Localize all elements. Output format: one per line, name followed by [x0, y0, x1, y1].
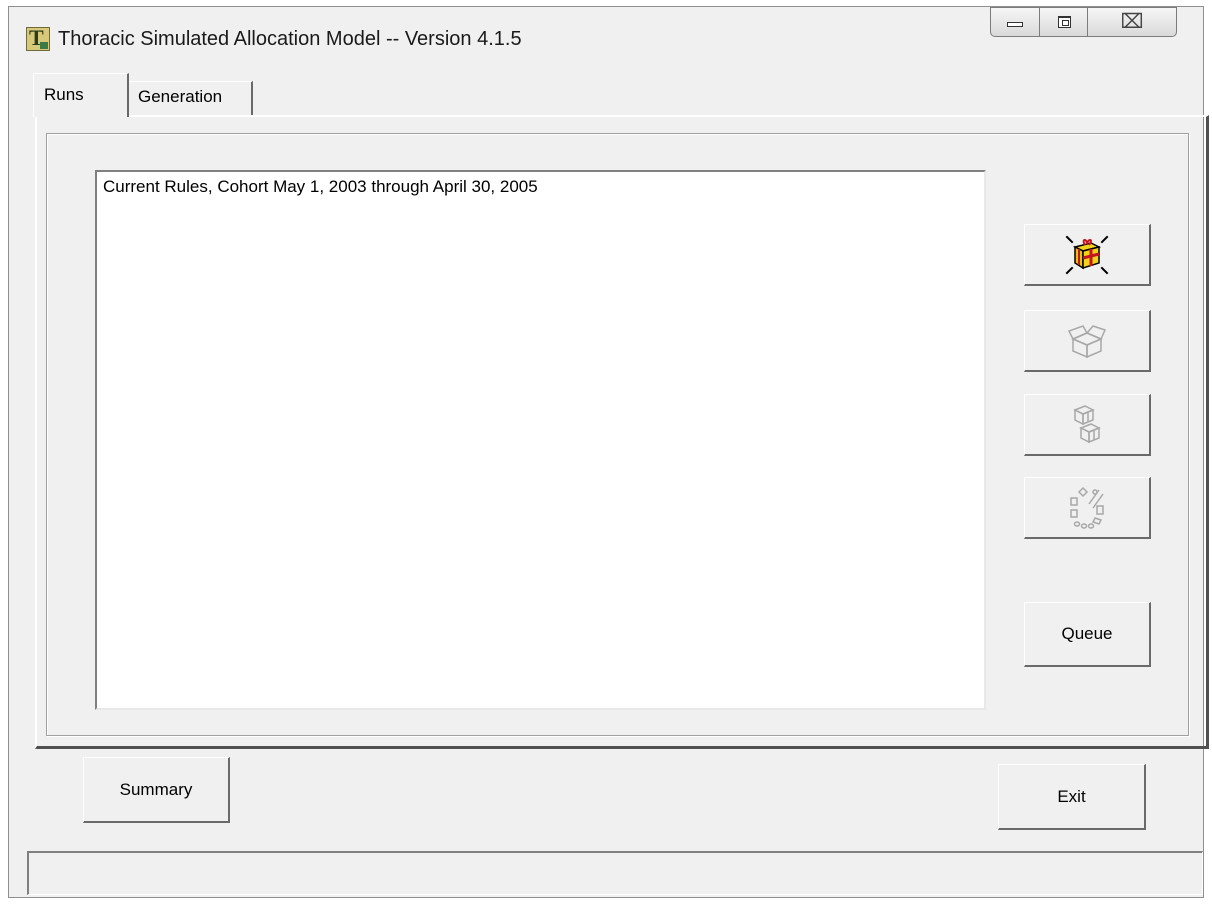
- open-box-icon: [1067, 324, 1107, 358]
- maximize-icon: [1058, 16, 1071, 28]
- runs-group-box: Current Rules, Cohort May 1, 2003 throug…: [46, 133, 1189, 736]
- thoracic-app-icon[interactable]: T: [26, 26, 50, 51]
- open-box-button[interactable]: [1024, 310, 1151, 372]
- tab-generation[interactable]: Generation: [127, 81, 253, 117]
- exit-button[interactable]: Exit: [998, 764, 1146, 830]
- batch-parts-icon: [1070, 486, 1104, 529]
- minimize-icon: [1007, 22, 1023, 27]
- multiple-boxes-button[interactable]: [1024, 394, 1151, 456]
- runs-tab-panel: Current Rules, Cohort May 1, 2003 throug…: [35, 115, 1209, 749]
- run-simulation-button[interactable]: [1024, 224, 1151, 286]
- maximize-button[interactable]: [1040, 7, 1088, 37]
- summary-button[interactable]: Summary: [83, 757, 230, 823]
- window-title: Thoracic Simulated Allocation Model -- V…: [58, 28, 522, 50]
- close-icon: ⌧: [1120, 11, 1144, 33]
- app-window: T Thoracic Simulated Allocation Model --…: [8, 6, 1209, 898]
- close-button[interactable]: ⌧: [1088, 7, 1177, 37]
- runs-list[interactable]: Current Rules, Cohort May 1, 2003 throug…: [95, 170, 986, 710]
- list-item[interactable]: Current Rules, Cohort May 1, 2003 throug…: [97, 172, 984, 202]
- gift-box-run-icon: [1065, 235, 1109, 274]
- queue-button[interactable]: Queue: [1024, 602, 1151, 667]
- caption-buttons: ⌧: [990, 7, 1177, 37]
- status-bar: [27, 851, 1203, 895]
- minimize-button[interactable]: [990, 7, 1040, 37]
- tab-runs[interactable]: Runs: [33, 73, 129, 117]
- multiple-boxes-icon: [1073, 404, 1101, 443]
- batch-parts-button[interactable]: [1024, 477, 1151, 539]
- title-bar[interactable]: T Thoracic Simulated Allocation Model --…: [9, 7, 1203, 69]
